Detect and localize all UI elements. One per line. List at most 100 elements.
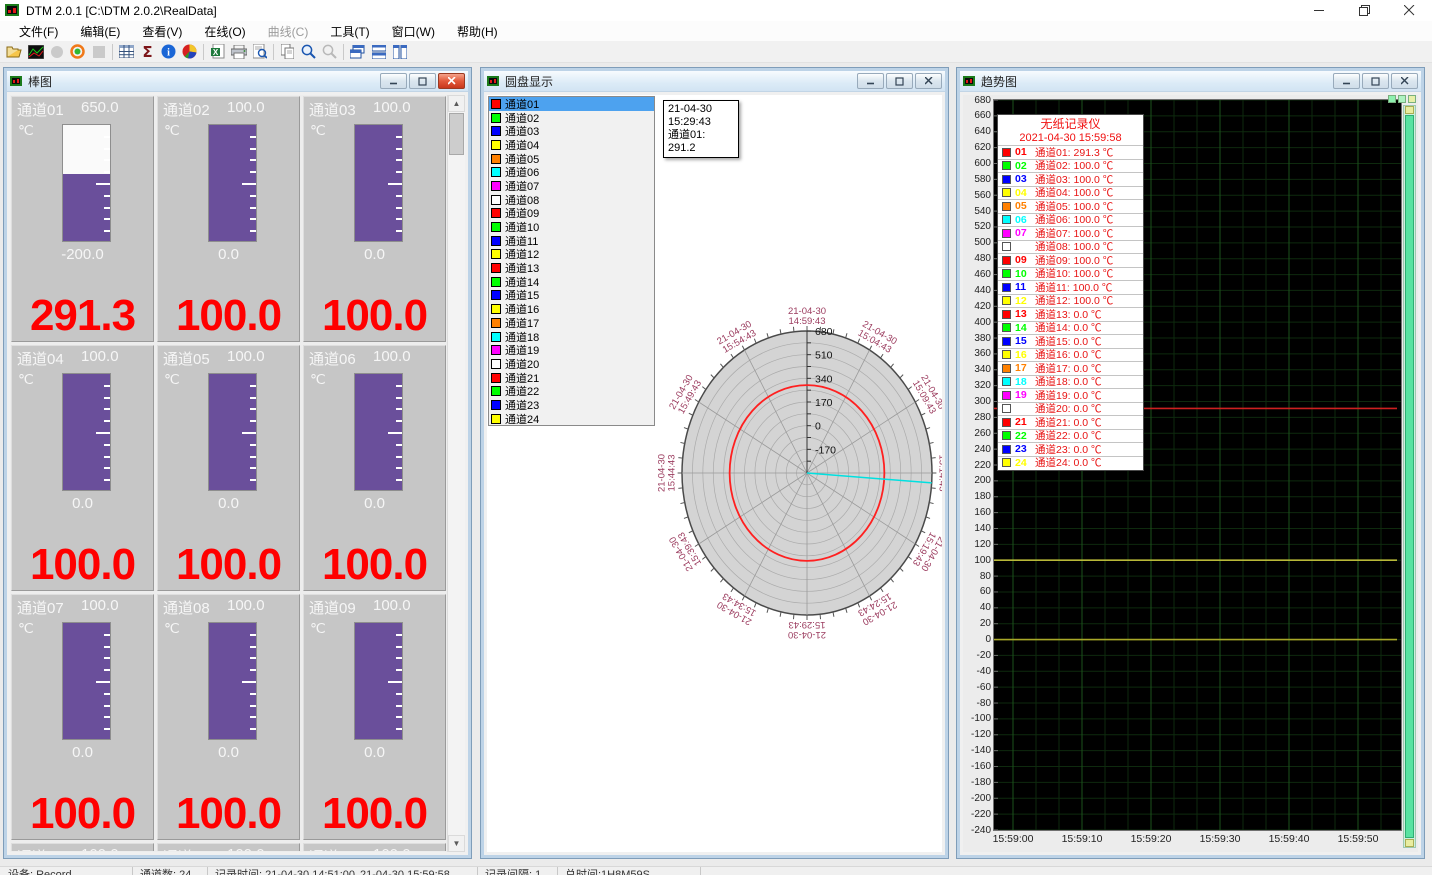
status-separator (477, 867, 478, 875)
unit-label: ℃ (164, 371, 180, 388)
range-min: 0.0 (304, 246, 445, 263)
mini-button-icon[interactable] (1408, 95, 1416, 103)
print-button[interactable] (228, 42, 249, 62)
restore-icon (1371, 77, 1380, 86)
bar-window-titlebar[interactable]: 棒图 (7, 71, 468, 92)
channel-label: 通道24 (505, 411, 539, 426)
scroll-down-icon[interactable]: ▼ (448, 835, 465, 852)
minimize-button[interactable] (1333, 73, 1360, 89)
tooltip-line: 通道01: 291.2 (668, 129, 734, 155)
legend-title: 无纸记录仪 (998, 117, 1143, 132)
svg-text:21-04-3015:29:43: 21-04-3015:29:43 (788, 619, 826, 640)
channel-name: 通道02 (163, 99, 219, 120)
chart-view-button[interactable] (25, 42, 46, 62)
menu-item[interactable]: 在线(O) (193, 21, 256, 42)
menu-item[interactable]: 工具(T) (319, 21, 380, 42)
bar-gauge (354, 622, 403, 740)
y-tick-label: 140 (963, 523, 991, 534)
window-icon (963, 75, 976, 88)
legend-entry: 03通道03: 100.0 ℃ (998, 172, 1143, 186)
range-max: 100.0 (227, 348, 265, 369)
y-tick-label: 300 (963, 396, 991, 407)
legend-entry: 18通道18: 0.0 ℃ (998, 375, 1143, 389)
trend-zoom-buttons[interactable] (1388, 95, 1416, 103)
channel-color-swatch (1002, 458, 1011, 467)
window-tile-horizontal-button[interactable] (368, 42, 389, 62)
restore-button[interactable] (1362, 73, 1389, 89)
y-tick-label: 360 (963, 348, 991, 359)
y-tick-label: 240 (963, 444, 991, 455)
channel-color-swatch (1002, 310, 1011, 319)
y-tick-label: 340 (963, 364, 991, 375)
menu-item[interactable]: 窗口(W) (381, 21, 446, 42)
export-excel-button[interactable]: X (207, 42, 228, 62)
scroll-up-icon[interactable]: ▲ (448, 95, 465, 112)
window-tile-vertical-button[interactable] (389, 42, 410, 62)
x-tick-label: 15:59:30 (1193, 833, 1247, 845)
y-tick-label: 520 (963, 221, 991, 232)
scroll-up-button[interactable] (1405, 106, 1414, 114)
open-file-button[interactable] (4, 42, 25, 62)
menu-item[interactable]: 帮助(H) (446, 21, 509, 42)
minimize-icon (1314, 5, 1325, 16)
menu-item[interactable]: 查看(V) (131, 21, 193, 42)
trend-scrollbar[interactable] (1403, 105, 1416, 848)
legend-entry: 12通道12: 100.0 ℃ (998, 294, 1143, 308)
channel-color-swatch (1002, 229, 1011, 238)
window-cascade-button[interactable] (347, 42, 368, 62)
unit-label: ℃ (18, 620, 34, 637)
scrollbar-thumb[interactable] (449, 113, 464, 155)
info-button[interactable]: i (158, 42, 179, 62)
toolbar-separator (273, 44, 274, 60)
app-icon (5, 3, 20, 18)
bar-window-title: 棒图 (28, 73, 52, 90)
range-min: 0.0 (304, 744, 445, 761)
disk-window-titlebar[interactable]: 圆盘显示 (484, 71, 945, 92)
y-tick-label: 460 (963, 269, 991, 280)
channel-color-swatch (491, 126, 501, 136)
unit-label: ℃ (164, 620, 180, 637)
record-button[interactable] (67, 42, 88, 62)
window-icon (487, 75, 500, 88)
menu-item[interactable]: 文件(F) (8, 21, 69, 42)
channel-color-swatch (1002, 256, 1011, 265)
connect-disabled-icon (50, 45, 64, 59)
zoom-out-disabled-icon (322, 44, 337, 59)
y-tick-label: 80 (963, 571, 991, 582)
data-table-button[interactable] (116, 42, 137, 62)
print-preview-button[interactable] (249, 42, 270, 62)
copy-button[interactable] (277, 42, 298, 62)
channel-number: 15 (1015, 335, 1031, 347)
minimize-button[interactable] (857, 73, 884, 89)
restore-button[interactable] (886, 73, 913, 89)
channel-color-swatch (1002, 404, 1011, 413)
restore-button[interactable] (1342, 0, 1387, 21)
window-title: DTM 2.0.1 [C:\DTM 2.0.2\RealData] (26, 4, 217, 18)
restore-button[interactable] (409, 73, 436, 89)
close-button[interactable] (1387, 0, 1432, 21)
zoom-in-button[interactable] (298, 42, 319, 62)
info-icon: i (161, 44, 176, 59)
pie-chart-button[interactable] (179, 42, 200, 62)
close-button[interactable] (915, 73, 942, 89)
scroll-down-button[interactable] (1405, 839, 1414, 847)
minimize-button[interactable] (1297, 0, 1342, 21)
unit-label: ℃ (310, 371, 326, 388)
toolbar-separator (112, 44, 113, 60)
scrollbar-thumb[interactable] (1405, 115, 1414, 838)
mini-button-icon[interactable] (1388, 95, 1396, 103)
channel-number: 09 (1015, 254, 1031, 266)
bar-gauge-cell: 通道06100.0℃0.0100.0 (303, 345, 446, 591)
statistics-sigma-button[interactable]: Σ (137, 42, 158, 62)
channel-color-swatch (1002, 350, 1011, 359)
bar-window-scrollbar[interactable]: ▲ ▼ (447, 95, 465, 852)
minimize-button[interactable] (380, 73, 407, 89)
mini-button-icon[interactable] (1398, 95, 1406, 103)
trend-window-titlebar[interactable]: 趋势图 (960, 71, 1421, 92)
tooltip-line: 15:29:43 (668, 116, 734, 129)
menubar: 文件(F)编辑(E)查看(V)在线(O)曲线(C)工具(T)窗口(W)帮助(H) (0, 21, 1432, 41)
menu-item[interactable]: 编辑(E) (69, 21, 131, 42)
channel-color-swatch (1002, 148, 1011, 157)
close-button[interactable] (1391, 73, 1418, 89)
close-button[interactable] (438, 73, 465, 89)
